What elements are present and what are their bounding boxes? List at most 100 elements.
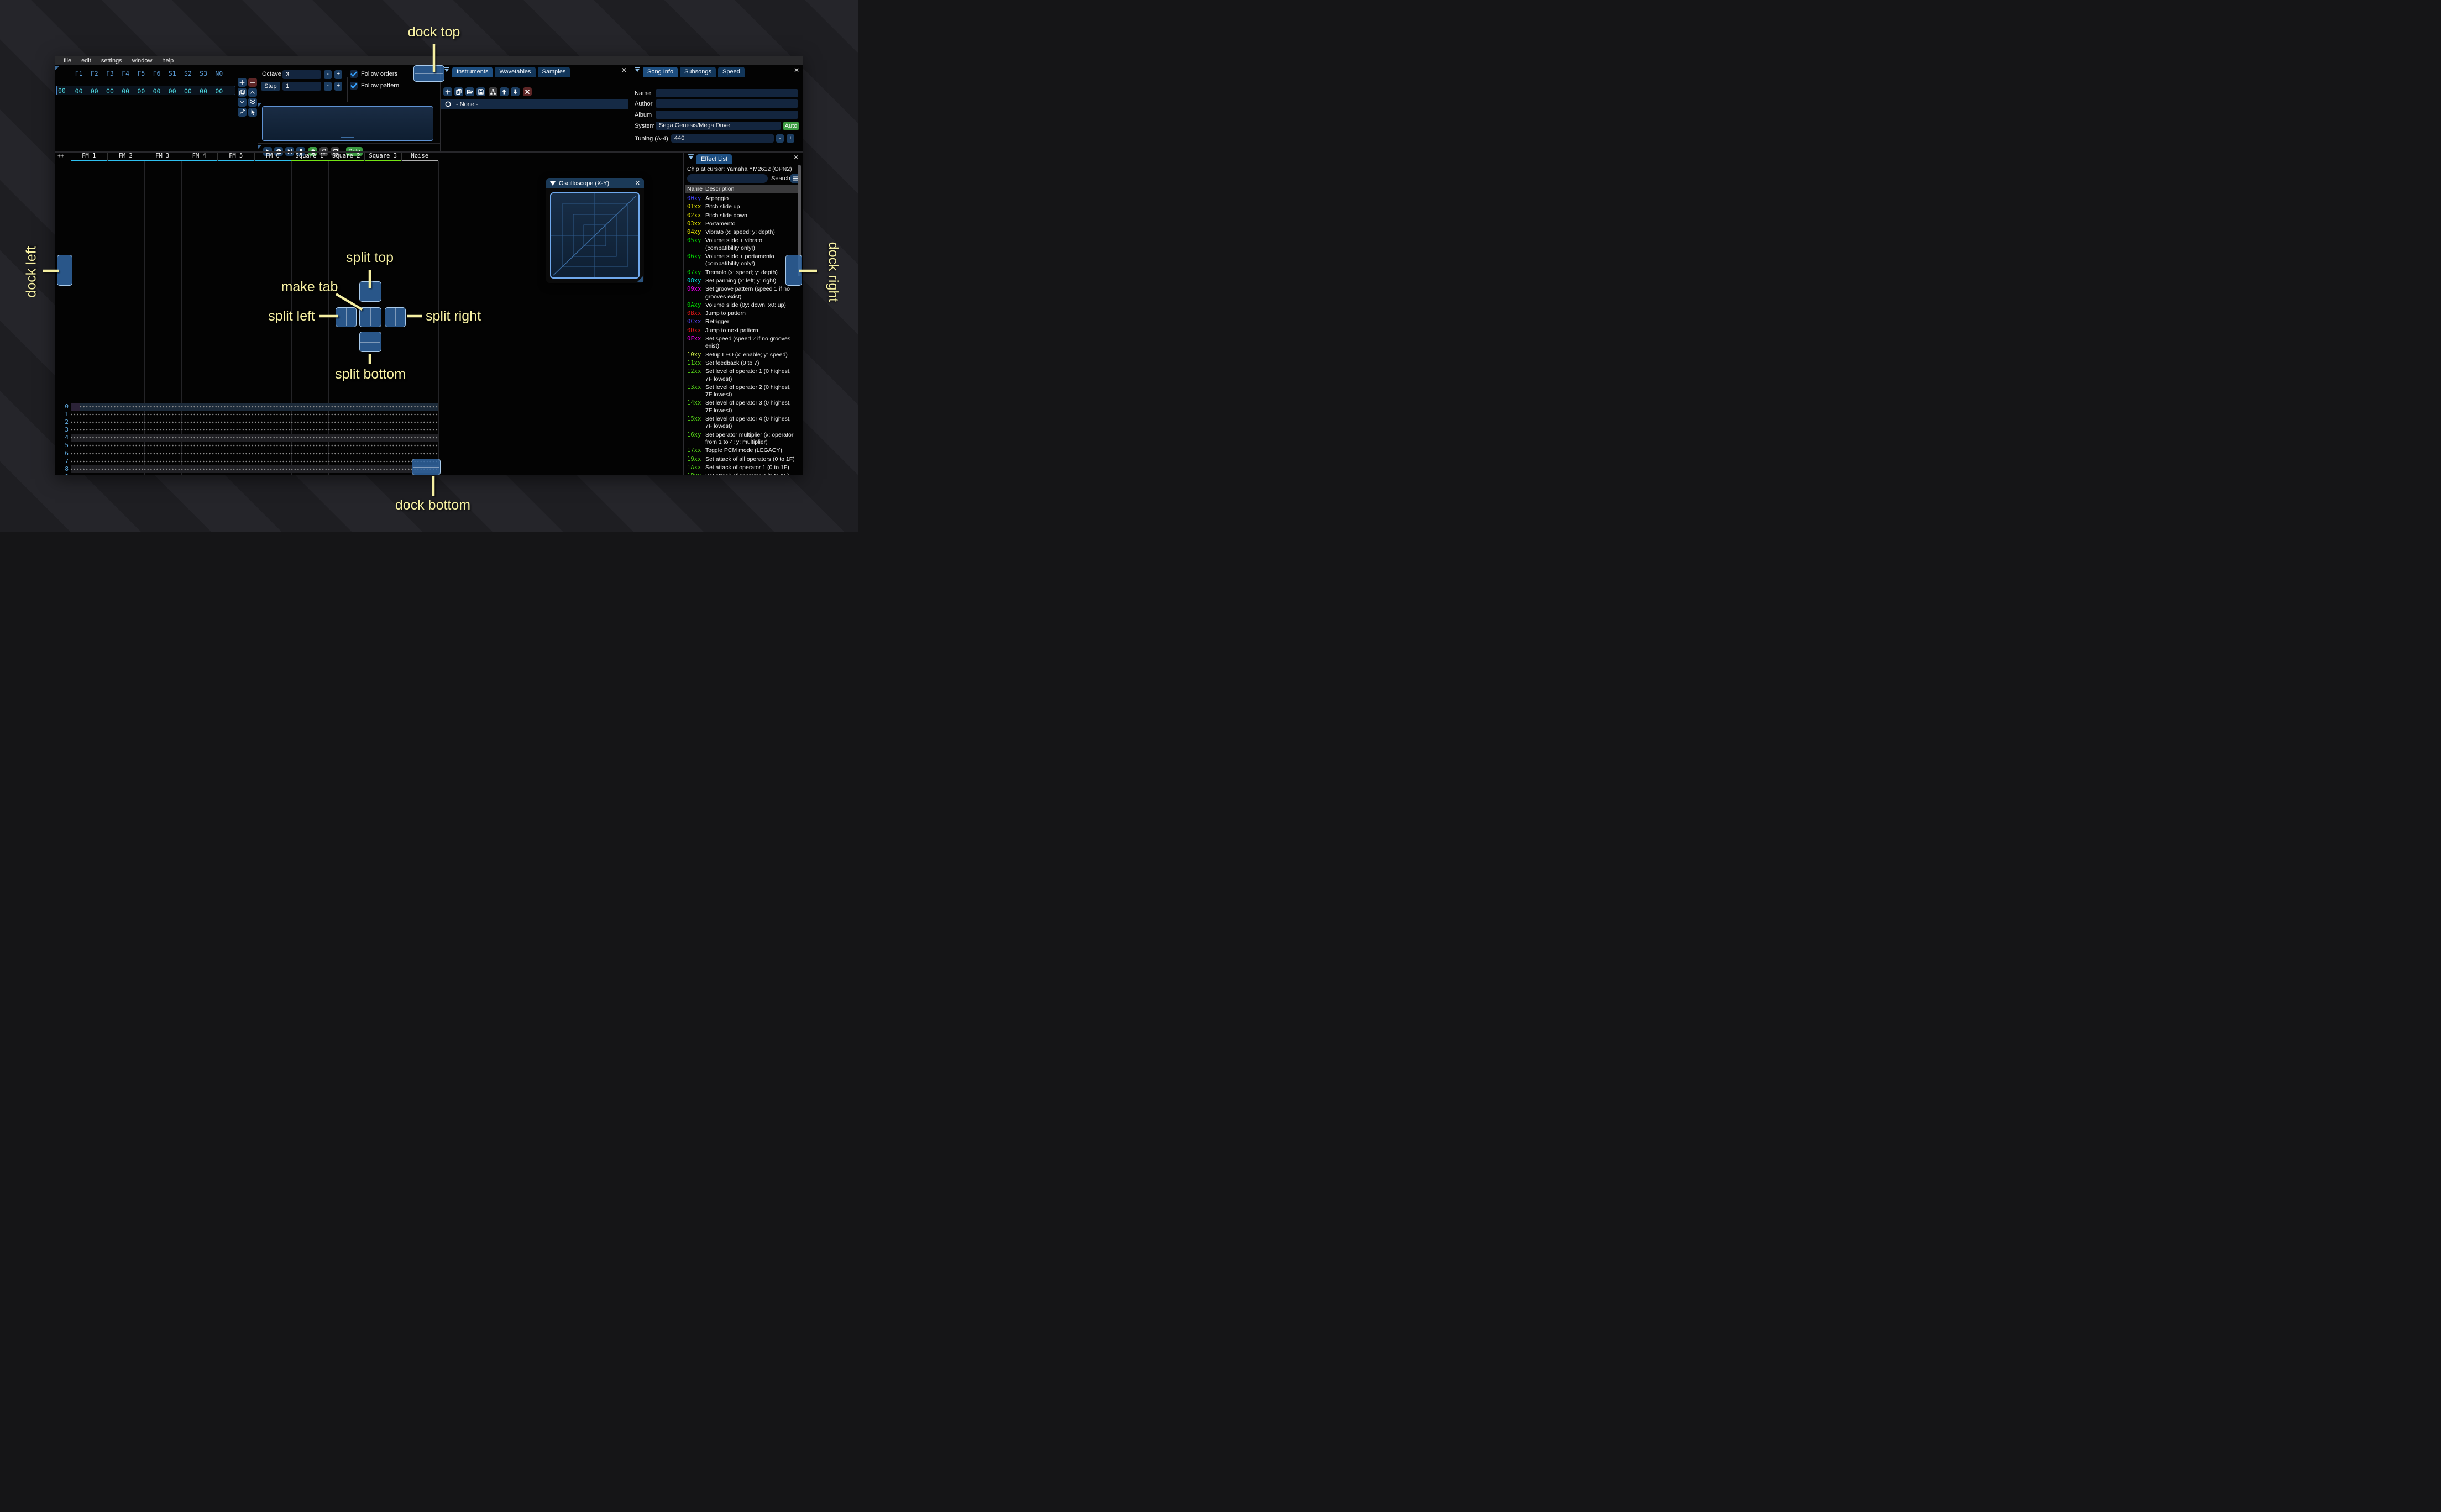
channel-header-square-2[interactable]: Square 2: [328, 153, 365, 161]
effect-row-19xx[interactable]: 19xx Set attack of all operators (0 to 1F…: [685, 455, 798, 464]
oscilloscope-xy-titlebar[interactable]: Oscilloscope (X-Y) ✕: [546, 178, 644, 188]
orders-value-cell[interactable]: 00: [149, 87, 164, 95]
pattern-cell[interactable]: [181, 403, 218, 411]
pattern-cell[interactable]: [401, 442, 438, 450]
pattern-cell[interactable]: [365, 411, 402, 419]
pattern-cell[interactable]: [107, 473, 144, 475]
effect-row-0Axy[interactable]: 0Axy Volume slide (0y: down; x0: up): [685, 301, 798, 309]
instruments-move-down-button[interactable]: [511, 87, 520, 96]
pattern-row-2[interactable]: 2: [55, 418, 438, 427]
tuning-input[interactable]: 440: [671, 134, 774, 143]
orders-move-down-button[interactable]: [238, 98, 247, 107]
pattern-cell[interactable]: [254, 449, 291, 458]
system-select[interactable]: Sega Genesis/Mega Drive: [656, 122, 781, 130]
orders-value-cell[interactable]: 00: [211, 87, 227, 95]
pattern-expand-button[interactable]: ++: [57, 153, 64, 159]
pattern-cell[interactable]: [218, 426, 255, 434]
effect-row-13xx[interactable]: 13xx Set level of operator 2 (0 highest, …: [685, 384, 798, 400]
pattern-cell[interactable]: [365, 426, 402, 434]
pattern-cell[interactable]: [144, 457, 181, 465]
pattern-cell[interactable]: [144, 411, 181, 419]
step-input[interactable]: 1: [282, 82, 321, 91]
dock-bottom-target[interactable]: [412, 459, 441, 475]
pattern-cell[interactable]: [328, 434, 365, 442]
orders-add-button[interactable]: [238, 78, 247, 87]
collapse-icon[interactable]: [634, 66, 641, 76]
pattern-cell[interactable]: [328, 449, 365, 458]
pattern-cell[interactable]: [181, 465, 218, 473]
tuning-plus-button[interactable]: +: [787, 134, 794, 143]
pattern-cell[interactable]: [291, 457, 328, 465]
effect-row-02xx[interactable]: 02xx Pitch slide down: [685, 212, 798, 220]
pattern-cell[interactable]: [181, 449, 218, 458]
effect-row-12xx[interactable]: 12xx Set level of operator 1 (0 highest, …: [685, 368, 798, 384]
pattern-cell[interactable]: [181, 426, 218, 434]
pattern-cell[interactable]: [181, 473, 218, 475]
pattern-cell[interactable]: [401, 449, 438, 458]
effect-list-tab-effect-list[interactable]: Effect List: [696, 154, 732, 164]
pattern-cell[interactable]: [107, 449, 144, 458]
song-info-tab-song-info[interactable]: Song Info: [643, 67, 678, 77]
step-plus-button[interactable]: +: [334, 82, 342, 91]
effect-row-0Fxx[interactable]: 0Fxx Set speed (speed 2 if no grooves exi…: [685, 335, 798, 351]
pattern-cell[interactable]: [218, 442, 255, 450]
menu-item-edit[interactable]: edit: [76, 56, 96, 65]
orders-value-cell[interactable]: 00: [133, 87, 149, 95]
pattern-cell[interactable]: [365, 442, 402, 450]
orders-move-up-button[interactable]: [248, 88, 257, 97]
pattern-cell[interactable]: [365, 465, 402, 473]
pattern-cell[interactable]: [401, 434, 438, 442]
pattern-cell[interactable]: [144, 426, 181, 434]
pattern-cell[interactable]: [365, 418, 402, 427]
effect-row-03xx[interactable]: 03xx Portamento: [685, 220, 798, 228]
pattern-cell[interactable]: [328, 457, 365, 465]
make-tab-target[interactable]: [359, 307, 381, 327]
pattern-cell[interactable]: [144, 403, 181, 411]
pattern-cell[interactable]: [218, 473, 255, 475]
pattern-row-6[interactable]: 6: [55, 449, 438, 458]
song-info-tab-subsongs[interactable]: Subsongs: [680, 67, 716, 77]
pattern-cell[interactable]: [254, 457, 291, 465]
split-left-target[interactable]: [336, 307, 357, 327]
pattern-cell[interactable]: [365, 403, 402, 411]
pattern-cell[interactable]: [254, 426, 291, 434]
pattern-cell[interactable]: [71, 465, 108, 473]
orders-duplicate-button[interactable]: [238, 88, 247, 97]
pattern-cell[interactable]: [291, 403, 328, 411]
album-input[interactable]: [656, 111, 798, 119]
effect-row-09xx[interactable]: 09xx Set groove pattern (speed 1 if no gr…: [685, 285, 798, 301]
effect-search-input[interactable]: [687, 174, 768, 183]
instruments-tab-wavetables[interactable]: Wavetables: [495, 67, 536, 77]
pattern-cell[interactable]: [218, 457, 255, 465]
effect-list-close-icon[interactable]: ✕: [793, 154, 799, 161]
pattern-row-8[interactable]: 8: [55, 465, 438, 473]
name-input[interactable]: [656, 89, 798, 97]
pattern-cell[interactable]: [328, 442, 365, 450]
orders-pointer-button[interactable]: [248, 108, 257, 117]
instruments-tree-button[interactable]: [489, 87, 497, 96]
system-auto-button[interactable]: Auto: [783, 122, 799, 130]
pattern-cell[interactable]: [254, 418, 291, 427]
pattern-cell[interactable]: [218, 403, 255, 411]
channel-header-fm-3[interactable]: FM 3: [144, 153, 181, 161]
channel-header-fm-2[interactable]: FM 2: [107, 153, 144, 161]
pattern-rows[interactable]: 0123456789101112131415161718192021: [55, 403, 438, 475]
instruments-add-button[interactable]: [443, 87, 452, 96]
pattern-cell[interactable]: [365, 473, 402, 475]
pattern-cell[interactable]: [328, 426, 365, 434]
orders-row-values[interactable]: 00 00 00 00 00 00 00 00 00 00: [71, 87, 227, 95]
pattern-cell[interactable]: [181, 418, 218, 427]
pattern-cell[interactable]: [181, 442, 218, 450]
pattern-row-1[interactable]: 1: [55, 411, 438, 419]
follow-orders-checkbox[interactable]: [350, 70, 358, 78]
orders-unlink-button[interactable]: [238, 108, 247, 117]
pattern-cell[interactable]: [291, 473, 328, 475]
pattern-row-4[interactable]: 4: [55, 434, 438, 442]
instrument-list-item[interactable]: - None -: [441, 99, 628, 109]
pattern-cell[interactable]: [254, 473, 291, 475]
pattern-cell[interactable]: [71, 418, 108, 427]
pattern-cell[interactable]: [71, 434, 108, 442]
effect-row-0Dxx[interactable]: 0Dxx Jump to next pattern: [685, 327, 798, 335]
menu-item-settings[interactable]: settings: [96, 56, 127, 65]
orders-value-cell[interactable]: 00: [118, 87, 133, 95]
